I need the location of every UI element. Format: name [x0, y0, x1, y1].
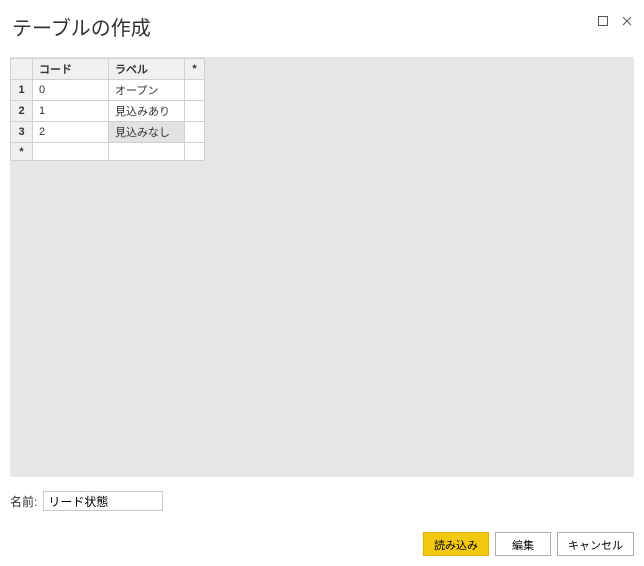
name-row: 名前: [10, 491, 634, 511]
close-icon[interactable] [620, 14, 634, 28]
star-cell[interactable] [185, 143, 205, 161]
name-input[interactable] [43, 491, 163, 511]
header-row: コード ラベル * [11, 59, 205, 80]
code-cell[interactable]: 2 [33, 122, 109, 143]
table-row[interactable]: 2 1 見込みあり [11, 101, 205, 122]
label-cell[interactable]: オープン [109, 80, 185, 101]
star-cell[interactable] [185, 101, 205, 122]
rownum-cell: 2 [11, 101, 33, 122]
edit-button[interactable]: 編集 [495, 532, 551, 556]
table-row[interactable]: 1 0 オープン [11, 80, 205, 101]
label-cell[interactable] [109, 143, 185, 161]
label-cell[interactable]: 見込みなし [109, 122, 185, 143]
window-controls [596, 12, 634, 28]
button-row: 読み込み 編集 キャンセル [423, 532, 634, 556]
maximize-icon[interactable] [596, 14, 610, 28]
star-cell[interactable] [185, 122, 205, 143]
titlebar: テーブルの作成 [0, 0, 644, 49]
rownum-cell: 1 [11, 80, 33, 101]
table-area[interactable]: コード ラベル * 1 0 オープン 2 1 見込みあり 3 2 見込みなし [10, 57, 634, 477]
label-cell[interactable]: 見込みあり [109, 101, 185, 122]
header-rownum[interactable] [11, 59, 33, 80]
header-label[interactable]: ラベル [109, 59, 185, 80]
cancel-button[interactable]: キャンセル [557, 532, 634, 556]
name-label: 名前: [10, 493, 37, 510]
star-cell[interactable] [185, 80, 205, 101]
table-new-row[interactable]: * [11, 143, 205, 161]
header-star[interactable]: * [185, 59, 205, 80]
code-cell[interactable] [33, 143, 109, 161]
code-cell[interactable]: 1 [33, 101, 109, 122]
dialog-title: テーブルの作成 [12, 12, 151, 41]
rownum-cell: * [11, 143, 33, 161]
rownum-cell: 3 [11, 122, 33, 143]
load-button[interactable]: 読み込み [423, 532, 489, 556]
header-code[interactable]: コード [33, 59, 109, 80]
table-row[interactable]: 3 2 見込みなし [11, 122, 205, 143]
code-cell[interactable]: 0 [33, 80, 109, 101]
data-table[interactable]: コード ラベル * 1 0 オープン 2 1 見込みあり 3 2 見込みなし [10, 58, 205, 161]
